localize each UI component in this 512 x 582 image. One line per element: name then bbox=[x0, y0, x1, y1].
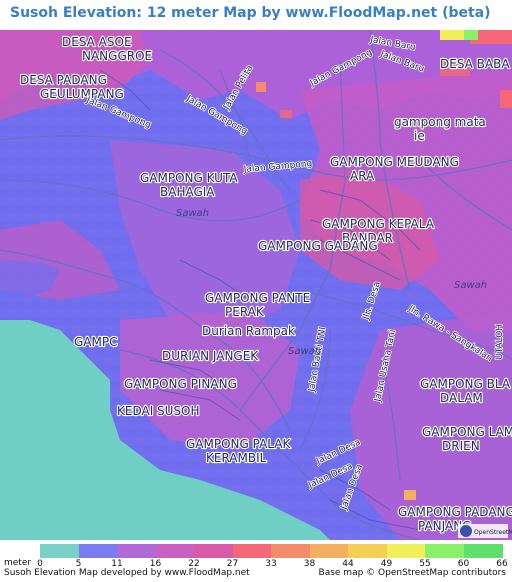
legend-swatch bbox=[309, 544, 349, 558]
area-label-sawah-3: Sawah bbox=[454, 280, 487, 291]
legend-swatch bbox=[425, 544, 464, 558]
place-label-gampong-pinang: GAMPONG PINANG bbox=[124, 377, 237, 391]
legend-tick: 33 bbox=[265, 559, 277, 569]
title-bar: Susoh Elevation: 12 meter Map by www.Flo… bbox=[0, 0, 512, 30]
place-label-durian-jangek: DURIAN JANGEK bbox=[162, 349, 259, 363]
legend-swatch bbox=[78, 544, 118, 558]
legend-swatch bbox=[232, 544, 272, 558]
peak-8 bbox=[280, 110, 292, 118]
area-label-sawah-1: Sawah bbox=[176, 208, 209, 219]
legend-swatch bbox=[117, 544, 156, 558]
legend-swatch bbox=[271, 544, 310, 558]
peak-5 bbox=[500, 90, 512, 108]
peak-2 bbox=[440, 30, 464, 40]
map-canvas: DESA ASOE NANGGROE DESA PADANG GEULUMPANG … bbox=[0, 30, 512, 540]
legend-swatch bbox=[40, 544, 79, 558]
legend-swatch bbox=[386, 544, 426, 558]
place-label-desa-baba: DESA BABA bbox=[440, 57, 510, 71]
legend-swatch bbox=[155, 544, 195, 558]
place-label-gampc: GAMPC bbox=[74, 335, 117, 349]
place-label-durian-rampak: Durian Rampak bbox=[202, 324, 295, 338]
footer-credit: Susoh Elevation Map developed by www.Flo… bbox=[4, 568, 250, 578]
svg-text:OpenStreetMap: OpenStreetMap bbox=[474, 529, 512, 536]
place-label-gampong-gadang: GAMPONG GADANG bbox=[258, 239, 378, 253]
peak-7 bbox=[404, 490, 416, 500]
legend-swatch bbox=[348, 544, 387, 558]
legend-swatch bbox=[194, 544, 233, 558]
map-title: Susoh Elevation: 12 meter Map by www.Flo… bbox=[10, 5, 491, 21]
peak-3 bbox=[464, 30, 478, 40]
openstreetmap-logo[interactable]: OpenStreetMap bbox=[458, 524, 512, 538]
place-label-kedai-susoh: KEDAI SUSOH bbox=[117, 404, 200, 418]
elevation-map[interactable]: DESA ASOE NANGGROE DESA PADANG GEULUMPANG … bbox=[0, 30, 512, 540]
place-label-utaloh: UTALOH bbox=[495, 324, 505, 360]
legend-swatch bbox=[463, 544, 503, 558]
peak-4 bbox=[256, 82, 266, 92]
area-label-sawah-2: Sawah bbox=[288, 346, 321, 357]
footer-attribution[interactable]: Base map © OpenStreetMap contributors bbox=[319, 568, 506, 578]
